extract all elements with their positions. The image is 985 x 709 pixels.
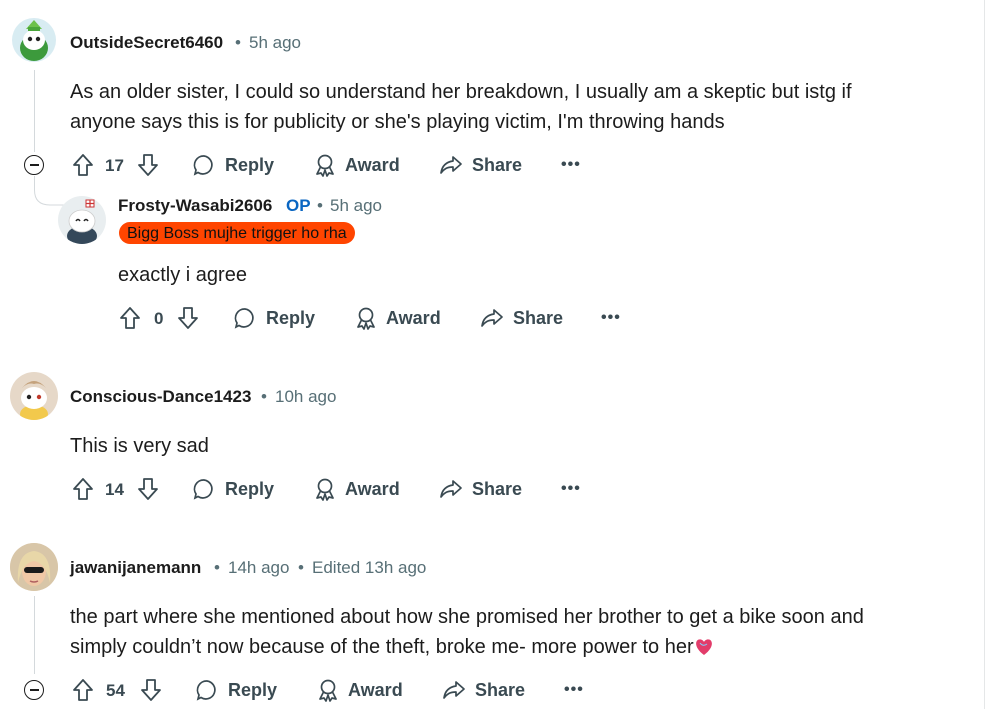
edited-timestamp: Edited 13h ago [312,558,427,577]
award-icon [316,154,334,177]
separator: • [317,196,323,215]
award-label: Award [348,679,403,700]
avatar-image [20,20,48,61]
comment-body: As an older sister, I could so understan… [70,77,950,137]
upvote-icon[interactable] [72,678,94,702]
reply-button[interactable]: Reply [195,678,277,702]
timestamp[interactable]: 10h ago [275,387,336,407]
minus-icon [29,164,39,166]
avatar-image [10,543,58,591]
username[interactable]: Conscious-Dance1423 [70,387,251,407]
vote-count: 17 [105,156,124,175]
reply-button[interactable]: Reply [192,477,274,501]
more-options-icon[interactable]: ••• [561,156,581,174]
more-options-icon[interactable]: ••• [564,681,584,699]
chat-bubble-icon [193,155,213,176]
award-label: Award [386,307,441,328]
separator: • [298,558,304,577]
award-button[interactable]: Award [316,678,403,702]
award-icon [357,307,375,330]
separator: • [214,558,220,577]
award-button[interactable]: Award [354,306,441,330]
share-label: Share [475,679,526,700]
separator: • [261,387,267,406]
upvote-icon[interactable] [72,153,94,177]
username[interactable]: Frosty-Wasabi2606 [118,196,272,216]
award-icon [319,679,337,702]
comment-text-line: exactly i agree [118,264,247,286]
user-flair: Bigg Boss mujhe trigger ho rha [119,222,355,244]
award-label: Award [345,478,400,499]
share-button[interactable]: Share [439,477,522,501]
downvote-icon[interactable] [137,477,159,501]
chat-bubble-icon [196,680,216,701]
share-label: Share [472,478,523,499]
avatar[interactable] [58,196,106,244]
minus-icon [29,689,39,691]
share-icon [440,156,462,174]
avatar[interactable] [12,18,56,62]
thread-line[interactable] [34,70,35,152]
heart-emoji-icon [695,639,712,655]
collapse-thread-button[interactable] [24,680,44,700]
reply-label: Reply [266,307,316,328]
reply-label: Reply [225,478,275,499]
upvote-icon[interactable] [119,306,141,330]
share-button[interactable]: Share [442,678,525,702]
timestamp[interactable]: 5h ago [249,33,301,53]
avatar-image [67,199,97,244]
comment-text-line: As an older sister, I could so understan… [70,81,852,103]
chat-bubble-icon [234,308,254,329]
thread-line[interactable] [34,596,35,674]
chat-bubble-icon [193,479,213,500]
username[interactable]: OutsideSecret6460 [70,33,223,53]
avatar[interactable] [10,543,58,591]
downvote-icon[interactable] [140,678,162,702]
vote-count: 14 [105,480,124,499]
share-icon [440,480,462,498]
share-icon [443,681,465,699]
timestamp[interactable]: 14h ago [228,558,289,578]
vote-count: 54 [106,681,125,700]
share-label: Share [472,154,523,175]
share-label: Share [513,307,564,328]
reply-label: Reply [225,154,275,175]
comment-text-line-2: simply couldn’t now because of the theft… [70,632,950,662]
username[interactable]: jawanijanemann [70,558,201,578]
reply-button[interactable]: Reply [192,153,274,177]
share-button[interactable]: Share [439,153,522,177]
op-badge: OP [286,196,311,215]
downvote-icon[interactable] [177,306,199,330]
timestamp[interactable]: 5h ago [330,196,382,216]
comment-body: the part where she mentioned about how s… [70,602,950,662]
separator: • [235,33,241,52]
comment-text-line: the part where she mentioned about how s… [70,606,864,628]
more-options-icon[interactable]: ••• [561,480,581,498]
more-options-icon[interactable]: ••• [601,309,621,327]
reply-button[interactable]: Reply [233,306,315,330]
comment-text-line: anyone says this is for publicity or she… [70,111,725,133]
reply-label: Reply [228,679,278,700]
comment-body: This is very sad [70,431,209,461]
collapse-thread-button[interactable] [24,155,44,175]
downvote-icon[interactable] [137,153,159,177]
comment-text-line: This is very sad [70,435,209,457]
comment-text-line: simply couldn’t now because of the theft… [70,636,694,658]
share-button[interactable]: Share [480,306,563,330]
avatar-image [20,381,48,420]
avatar[interactable] [10,372,58,420]
comment-body: exactly i agree [118,260,247,290]
award-button[interactable]: Award [313,477,400,501]
upvote-icon[interactable] [72,477,94,501]
award-icon [316,478,334,501]
award-label: Award [345,154,400,175]
share-icon [481,309,503,327]
award-button[interactable]: Award [313,153,400,177]
vote-count: 0 [154,309,164,328]
thread-connector [34,176,66,206]
